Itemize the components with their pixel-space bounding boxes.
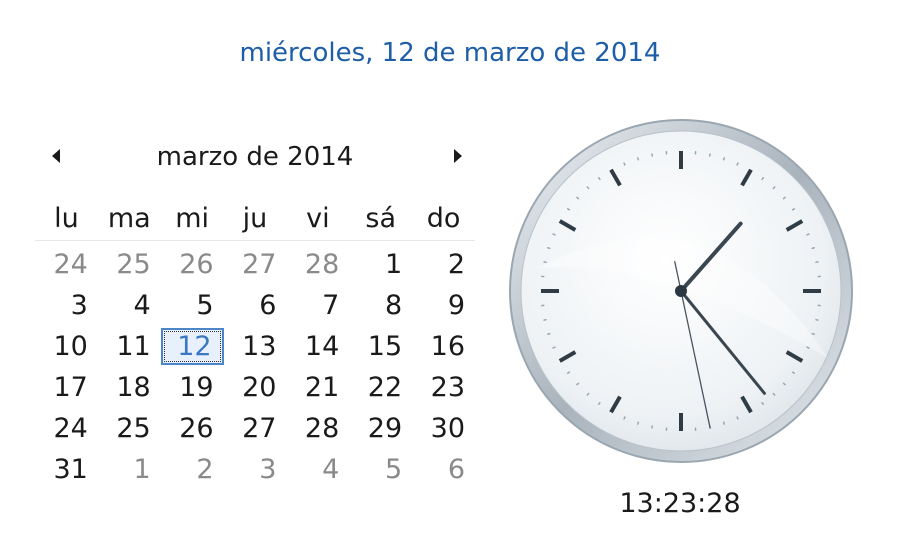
clock-center-pin <box>675 285 687 297</box>
calendar-day[interactable]: 1 <box>349 244 412 285</box>
minute-tick <box>586 186 590 190</box>
calendar-day[interactable]: 29 <box>349 408 412 449</box>
calendar-day[interactable]: 25 <box>98 244 161 285</box>
calendar-day[interactable]: 31 <box>35 449 98 490</box>
calendar-day[interactable]: 5 <box>161 285 224 326</box>
digital-time: 13:23:28 <box>619 488 741 519</box>
calendar-day[interactable]: 7 <box>286 285 349 326</box>
calendar-day[interactable]: 4 <box>98 285 161 326</box>
calendar-day[interactable]: 28 <box>286 408 349 449</box>
minute-tick <box>761 176 765 181</box>
minute-tick <box>547 332 551 336</box>
minute-tick <box>576 196 580 200</box>
calendar-day[interactable]: 19 <box>161 367 224 408</box>
minute-tick <box>811 332 815 336</box>
minute-tick <box>623 416 626 420</box>
minute-tick <box>806 233 810 236</box>
minute-tick <box>782 196 786 200</box>
calendar-day[interactable]: 4 <box>286 449 349 490</box>
calendar-day[interactable]: 27 <box>224 244 287 285</box>
calendar-day[interactable]: 18 <box>98 367 161 408</box>
calendar-day[interactable]: 9 <box>412 285 475 326</box>
minute-tick <box>623 162 626 166</box>
calendar-day[interactable]: 11 <box>98 326 161 367</box>
weekday-label: do <box>426 203 461 234</box>
calendar-day[interactable]: 13 <box>224 326 287 367</box>
minute-tick <box>552 233 556 236</box>
minute-tick <box>586 392 590 396</box>
weekday-label: lu <box>54 203 79 234</box>
weekday-label: ma <box>107 203 151 234</box>
minute-tick <box>552 346 556 349</box>
month-title[interactable]: marzo de 2014 <box>130 142 380 172</box>
calendar-day[interactable]: 23 <box>412 367 475 408</box>
minute-tick <box>636 157 640 161</box>
full-date-link[interactable]: miércoles, 12 de marzo de 2014 <box>0 38 900 68</box>
calendar-day[interactable]: 22 <box>349 367 412 408</box>
weekday-label: ju <box>242 203 268 234</box>
calendar-day[interactable]: 30 <box>412 408 475 449</box>
minute-tick <box>566 371 571 375</box>
calendar-day[interactable]: 10 <box>35 326 98 367</box>
clock-face <box>509 119 853 463</box>
minute-tick <box>547 246 551 250</box>
calendar-day[interactable]: 3 <box>35 285 98 326</box>
calendar-day[interactable]: 20 <box>224 367 287 408</box>
calendar-day[interactable]: 26 <box>161 244 224 285</box>
minute-tick <box>566 207 571 211</box>
minute-tick <box>722 421 726 425</box>
minute-tick <box>772 186 776 190</box>
calendar-day[interactable]: 5 <box>349 449 412 490</box>
minute-tick <box>576 382 580 386</box>
calendar-day[interactable]: 2 <box>412 244 475 285</box>
minute-tick <box>636 421 640 425</box>
calendar-day[interactable]: 26 <box>161 408 224 449</box>
calendar-navigation: marzo de 2014 <box>40 140 470 180</box>
weekday-header: lu ma mi ju vi sá do <box>35 198 475 241</box>
calendar-day[interactable]: 1 <box>98 449 161 490</box>
calendar-day[interactable]: 28 <box>286 244 349 285</box>
minute-tick <box>782 382 786 386</box>
calendar-day[interactable]: 8 <box>349 285 412 326</box>
minute-tick <box>722 157 726 161</box>
calendar-day[interactable]: 3 <box>224 449 287 490</box>
minute-tick <box>806 346 810 349</box>
calendar-day[interactable]: 15 <box>349 326 412 367</box>
calendar-day[interactable]: 17 <box>35 367 98 408</box>
weekday-label: mi <box>175 203 210 234</box>
minute-tick <box>597 401 601 406</box>
minute-tick <box>597 176 601 181</box>
minute-tick <box>761 401 765 406</box>
calendar-day[interactable]: 14 <box>286 326 349 367</box>
next-month-button[interactable] <box>448 146 468 166</box>
analog-clock <box>508 118 854 468</box>
previous-month-button[interactable] <box>46 146 66 166</box>
calendar-days-grid: 24 25 26 27 28 1 2 3 4 5 6 7 8 9 10 11 12 13 14 15 16 17 18 19 2… <box>35 244 475 490</box>
calendar-day[interactable]: 25 <box>98 408 161 449</box>
minute-tick <box>736 162 739 166</box>
triangle-left-icon <box>52 149 60 163</box>
calendar-day[interactable]: 24 <box>35 244 98 285</box>
calendar-day[interactable]: 6 <box>412 449 475 490</box>
calendar-day-today[interactable]: 12 <box>160 328 224 365</box>
calendar-day[interactable]: 21 <box>286 367 349 408</box>
calendar-day[interactable]: 2 <box>161 449 224 490</box>
minute-tick <box>791 371 796 375</box>
weekday-label: vi <box>306 203 330 234</box>
minute-tick <box>736 416 739 420</box>
minute-tick <box>791 207 796 211</box>
calendar-day[interactable]: 27 <box>224 408 287 449</box>
calendar-day[interactable]: 6 <box>224 285 287 326</box>
calendar-day[interactable]: 24 <box>35 408 98 449</box>
calendar-day[interactable]: 16 <box>412 326 475 367</box>
weekday-label: sá <box>365 203 397 234</box>
triangle-right-icon <box>454 149 462 163</box>
minute-tick <box>811 246 815 250</box>
minute-tick <box>772 392 776 396</box>
